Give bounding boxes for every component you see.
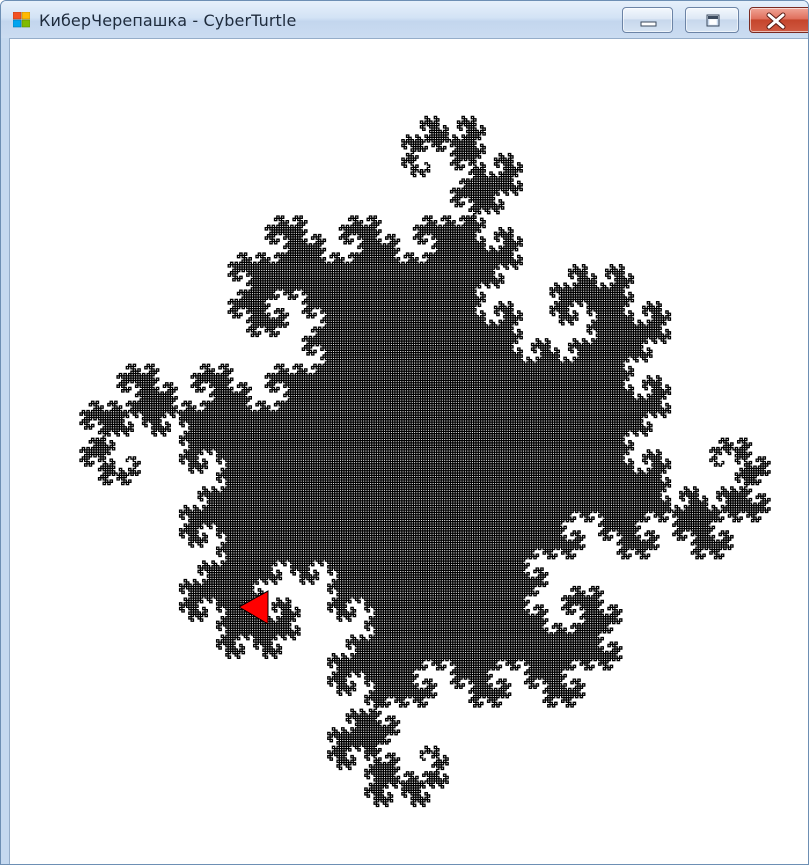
- maximize-icon: [706, 14, 720, 27]
- minimize-button[interactable]: [622, 7, 673, 33]
- turtle-canvas: [79, 115, 771, 808]
- close-button[interactable]: [749, 7, 808, 33]
- dragon-curve: [79, 115, 771, 808]
- windows-app-icon: [13, 12, 30, 28]
- close-icon: [766, 12, 786, 30]
- maximize-button[interactable]: [685, 7, 739, 33]
- app-window: КиберЧерепашка - CyberTurtle: [0, 0, 809, 865]
- drawing-area: [9, 38, 808, 864]
- minimize-icon: [640, 21, 657, 27]
- window-title: КиберЧерепашка - CyberTurtle: [39, 11, 297, 30]
- title-bar[interactable]: КиберЧерепашка - CyberTurtle: [1, 1, 808, 38]
